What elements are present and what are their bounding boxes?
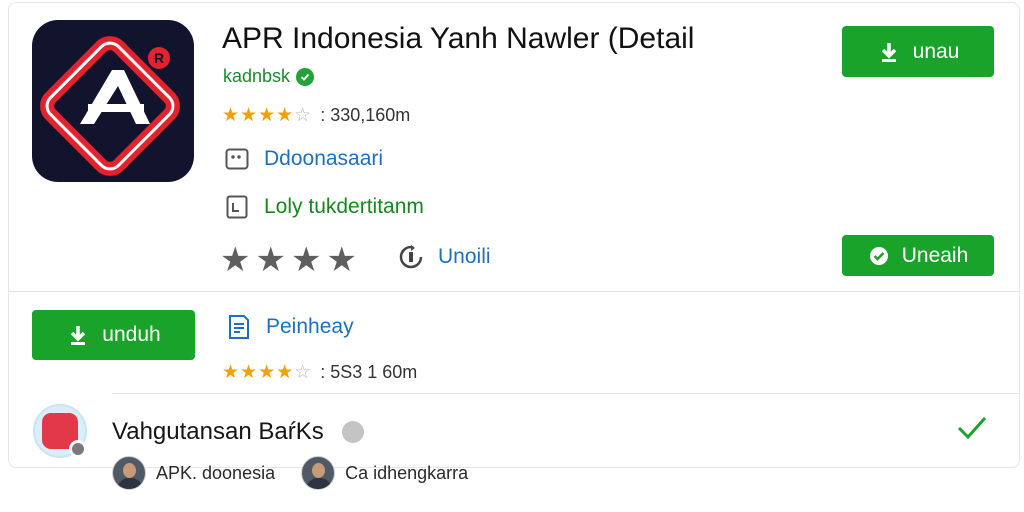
download-button[interactable]: unau [842, 26, 994, 77]
description-row[interactable]: Peinheay [226, 314, 354, 340]
download-button-label: unau [912, 39, 960, 63]
category-icon [224, 146, 250, 172]
app-logo: R [40, 36, 180, 176]
avatar[interactable] [301, 456, 336, 490]
update-button[interactable]: Uneaih [842, 235, 994, 276]
developer-section-name: Vahgutansan BaŕKs [112, 418, 324, 445]
rate-app-stars[interactable]: ★★★★ [220, 240, 362, 280]
section-divider [112, 393, 1020, 394]
verified-check-icon [296, 67, 315, 86]
category-label: Ddoonasaari [264, 147, 384, 170]
download-icon [71, 326, 86, 345]
star-rating: ★★★★☆ [222, 362, 313, 383]
developer-avatar[interactable] [33, 404, 87, 458]
download-button-secondary[interactable]: unduh [32, 310, 195, 360]
document-icon [226, 314, 252, 340]
developer-section[interactable]: Vahgutansan BaŕKs [112, 418, 364, 446]
secondary-rating-count: : 5S3 1 60m [320, 362, 418, 382]
section-divider [8, 291, 1020, 292]
update-icon [398, 244, 424, 270]
download-icon [881, 42, 896, 62]
status-icon [69, 440, 87, 458]
app-title: APR Indonesia Yanh Nawler (Detail [222, 22, 695, 55]
developer-name: kadnbsk [223, 66, 291, 86]
app-icon: R [32, 20, 194, 182]
update-button-label: Uneaih [901, 243, 969, 267]
person-name[interactable]: Ca idhengkarra [345, 463, 468, 484]
license-label: Loly tukdertitanm [264, 195, 424, 218]
avatar[interactable] [112, 456, 146, 490]
checkmark-icon[interactable] [956, 414, 988, 447]
rating-count: : 330,160m [320, 105, 411, 125]
description-label: Peinheay [266, 315, 354, 338]
svg-text:R: R [154, 50, 164, 66]
license-icon [224, 194, 250, 220]
star-rating: ★★★★☆ [222, 105, 313, 126]
info-icon[interactable] [341, 421, 364, 443]
people-list: APK. doonesia Ca idhengkarra [112, 456, 468, 490]
developer-link[interactable]: kadnbsk [223, 66, 315, 87]
update-check-icon [869, 246, 888, 265]
secondary-rating-row: ★★★★☆ : 5S3 1 60m [222, 361, 417, 384]
download-secondary-label: unduh [102, 323, 161, 346]
rating-row: ★★★★☆ : 330,160m [222, 104, 410, 127]
person-name[interactable]: APK. doonesia [156, 463, 275, 484]
update-status: Unoili [398, 244, 491, 270]
category-row[interactable]: Ddoonasaari [224, 146, 383, 172]
license-row: Loly tukdertitanm [224, 194, 424, 220]
update-label: Unoili [438, 245, 491, 268]
